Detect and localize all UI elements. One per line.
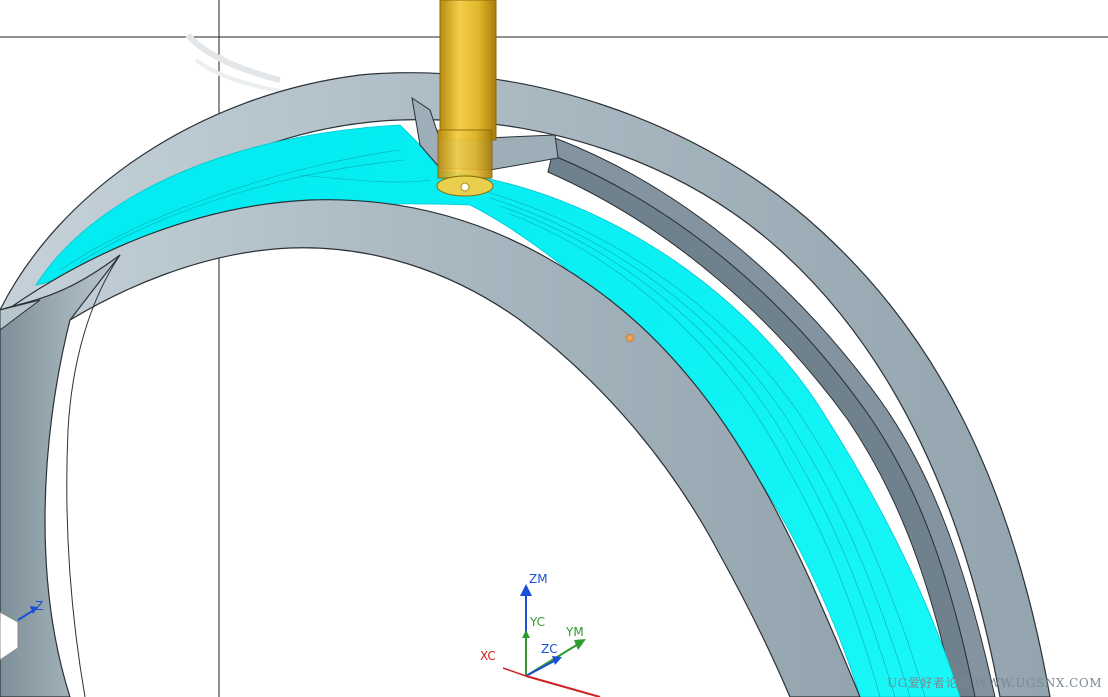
graphics-viewport[interactable]: ZM YC YM ZC XC Z UG爱好者论坛 WWW.UGSNX.COM <box>0 0 1108 697</box>
triad-xc-axis <box>525 675 601 697</box>
triad-zc-axis <box>525 659 557 677</box>
ghost-arc <box>185 32 281 83</box>
triad-label-yc: YC <box>529 615 545 629</box>
triad-yc-arrow <box>522 630 530 638</box>
tool-shank <box>439 0 497 141</box>
triad-label-xc: XC <box>480 649 496 663</box>
triad-zc-arrow <box>552 656 562 665</box>
tool-flute <box>437 129 493 179</box>
view-triad-label-z: Z <box>35 599 43 613</box>
watermark-text: UG爱好者论坛 WWW.UGSNX.COM <box>887 676 1102 690</box>
triad-label-zm: ZM <box>529 572 548 586</box>
triad-label-zc: ZC <box>541 642 558 656</box>
ring-bore-edge <box>66 254 121 697</box>
cutting-tool[interactable] <box>436 0 497 197</box>
triad-xc-axis-stub <box>502 667 527 677</box>
surface-marker <box>626 334 634 342</box>
coordinate-triad: ZM YC YM ZC XC <box>480 572 601 697</box>
tool-center-point <box>460 182 470 192</box>
triad-label-ym: YM <box>565 625 584 639</box>
model-scene[interactable]: ZM YC YM ZC XC Z <box>0 0 1108 697</box>
